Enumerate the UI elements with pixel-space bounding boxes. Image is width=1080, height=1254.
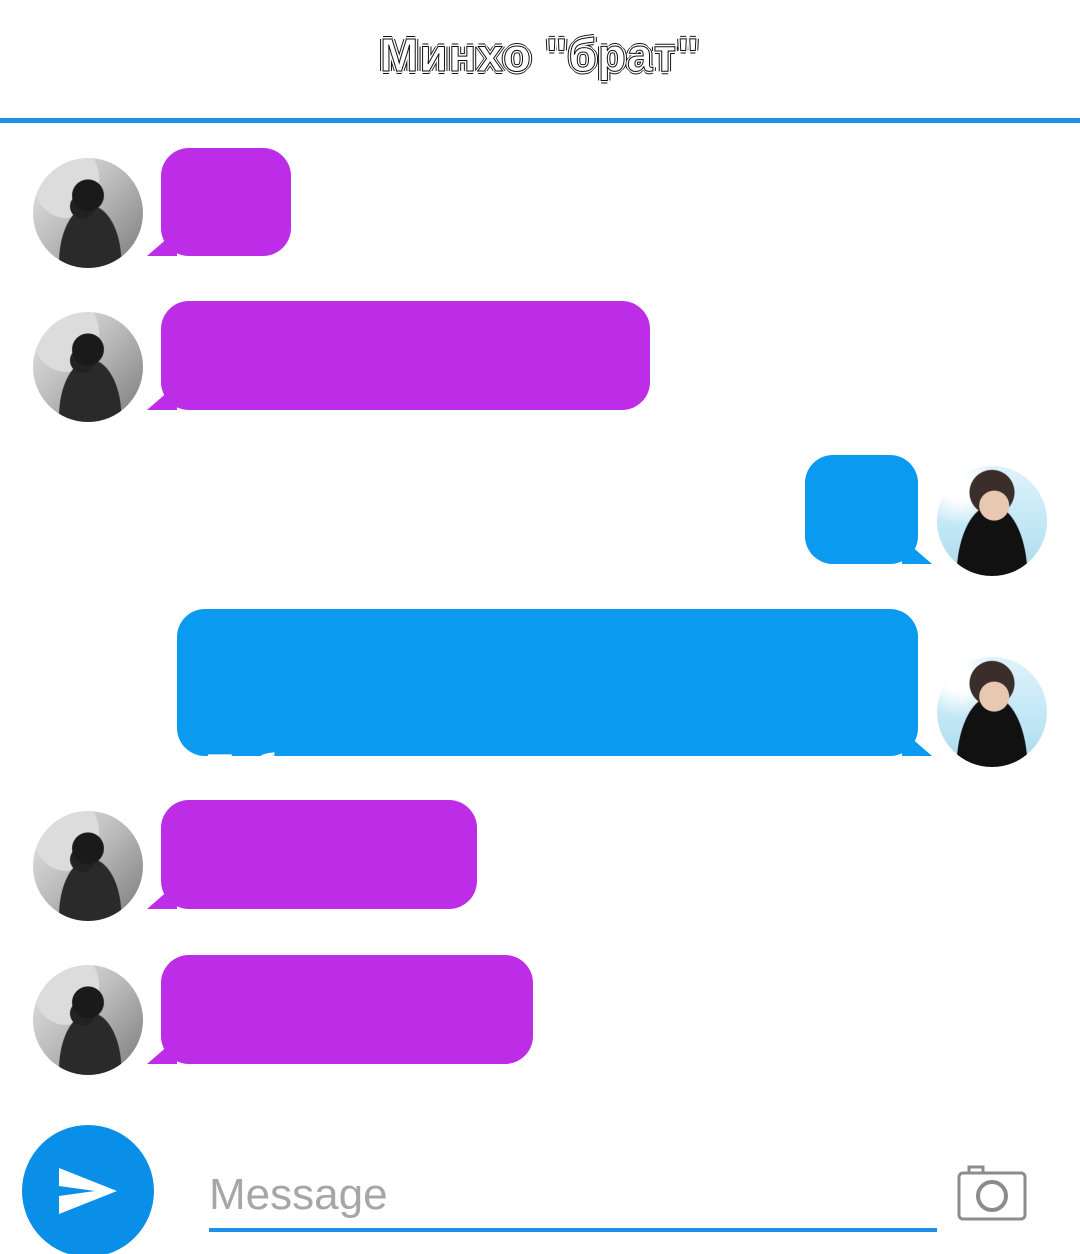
message-text: Сделай кофе (197, 1099, 457, 1146)
message-row: Тебя не смущает что я сплю, ты меня отвл… (0, 609, 1080, 848)
chat-header: Минхо "брат" (0, 0, 1080, 120)
message-row: Сделай мне кофе (0, 301, 1080, 491)
send-icon (59, 1168, 117, 1214)
camera-icon[interactable] (957, 1163, 1027, 1221)
bubble-tail (147, 230, 177, 256)
user-avatar[interactable] (937, 657, 1047, 767)
bubble-tail (147, 384, 177, 410)
header-divider (0, 118, 1080, 123)
message-input[interactable] (209, 1162, 937, 1232)
bubble-tail (147, 1038, 177, 1064)
contact-name: Минхо "брат" (380, 29, 700, 82)
bubble-tail (902, 538, 932, 564)
message-row: Мне похер (0, 800, 1080, 991)
incoming-message-bubble[interactable]: Эй (147, 148, 291, 337)
user-avatar[interactable] (937, 466, 1047, 576)
bubble-tail (147, 883, 177, 909)
message-row: Эй (0, 148, 1080, 337)
incoming-message-bubble[interactable]: Сделай кофе (147, 955, 533, 1146)
outgoing-message-bubble[interactable]: ?? (805, 455, 932, 644)
contact-avatar[interactable] (33, 811, 143, 921)
contact-avatar[interactable] (33, 158, 143, 268)
message-row: ?? (0, 455, 1080, 644)
contact-avatar[interactable] (33, 965, 143, 1075)
bubble-tail (902, 730, 932, 756)
incoming-message-bubble[interactable]: Мне похер (147, 800, 477, 991)
chat-screen: Минхо "брат" Эй Сделай мне кофе ?? Тебя … (0, 0, 1080, 1254)
incoming-message-bubble[interactable]: Сделай мне кофе (147, 301, 650, 491)
send-button[interactable] (22, 1125, 154, 1254)
message-row: Сделай кофе (0, 955, 1080, 1146)
outgoing-message-bubble[interactable]: Тебя не смущает что я сплю, ты меня отвл… (177, 609, 932, 848)
contact-avatar[interactable] (33, 312, 143, 422)
